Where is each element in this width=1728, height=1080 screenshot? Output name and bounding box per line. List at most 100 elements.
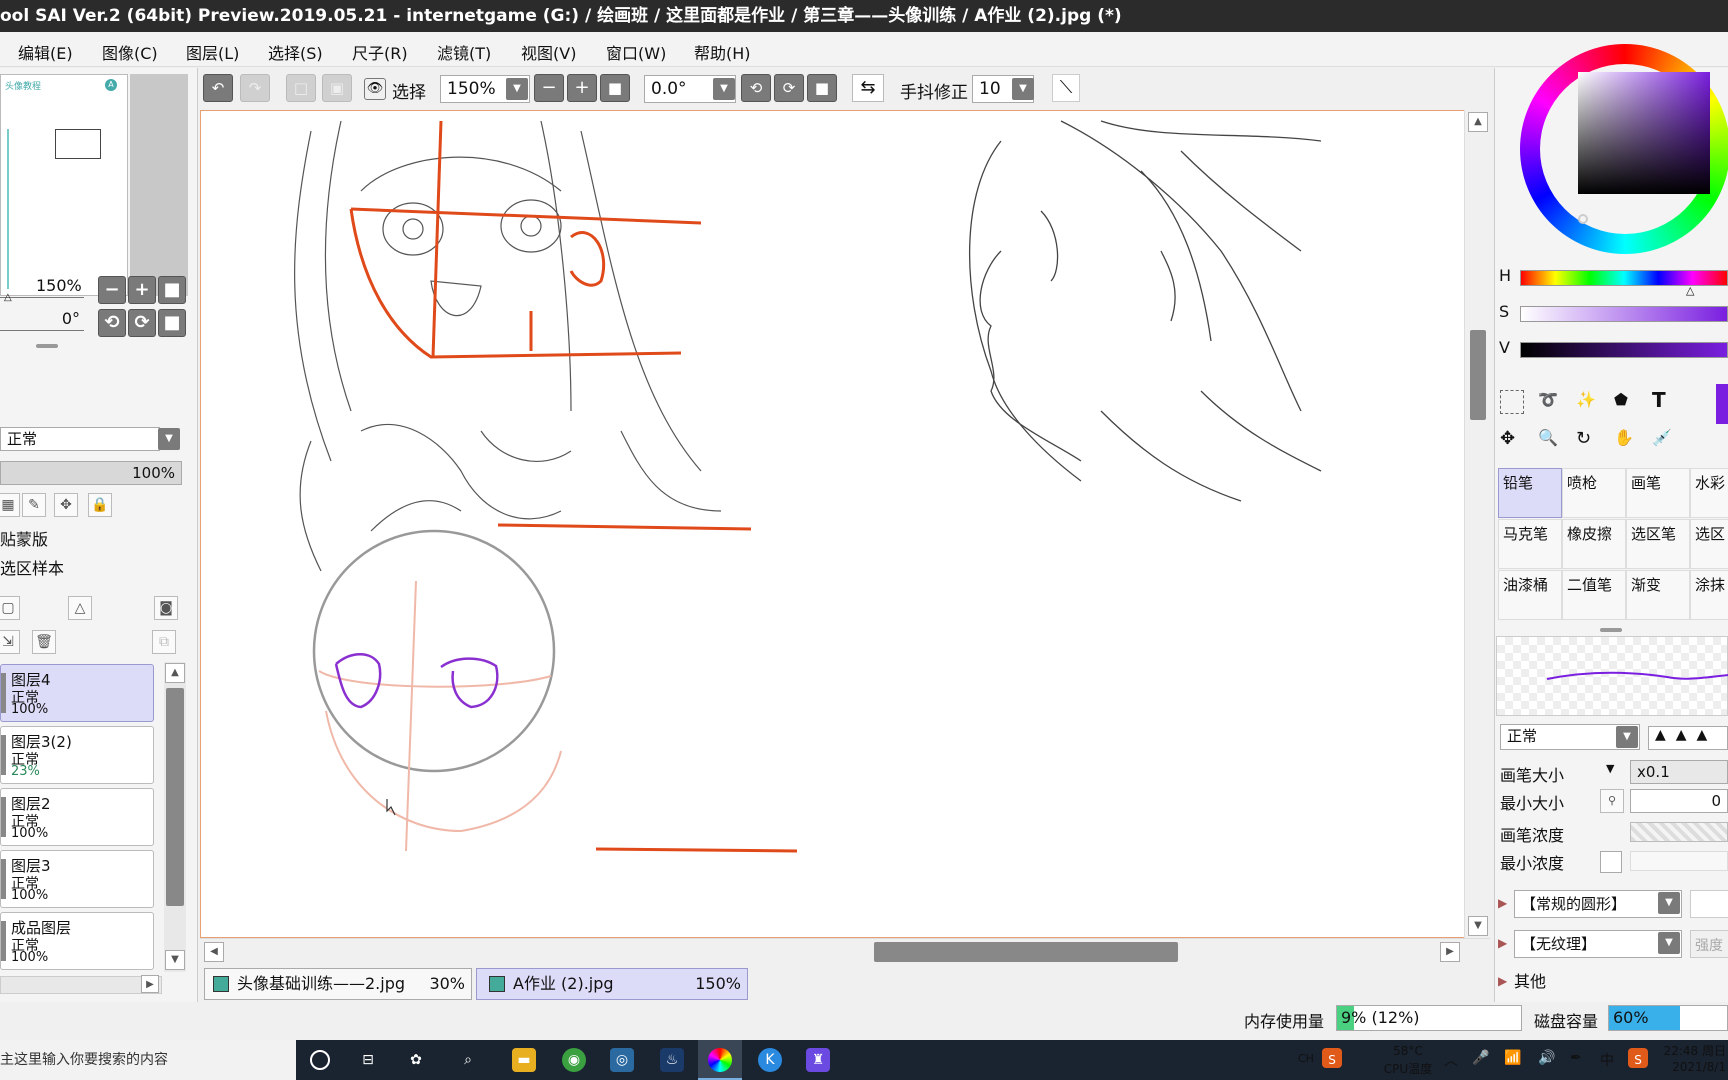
layer-item[interactable]: 图层3 正常 100% [0,850,154,908]
clock-date[interactable]: 2021/8/1 [1660,1060,1726,1074]
scroll-up-icon[interactable]: ▲ [1468,112,1488,132]
file-explorer-icon[interactable]: ▬ [512,1048,536,1072]
navigator-scrollbar[interactable] [130,74,188,296]
ime-mode-indicator[interactable]: 中 [1600,1050,1614,1070]
nav-zoom-slider[interactable] [0,297,84,298]
color-picker-handle[interactable] [1578,214,1588,224]
tool-binary-pen[interactable]: 二值笔 [1562,570,1626,620]
expand-arrow-icon[interactable]: ▶ [1498,896,1507,910]
menu-window[interactable]: 窗口(W) [606,40,666,64]
hue-handle-icon[interactable]: △ [1686,284,1694,297]
toolbar-rotate-reset-button[interactable]: ■ [807,74,837,102]
line-tool-icon[interactable]: ⟍ [1052,74,1080,102]
color-sv-square[interactable] [1578,72,1710,194]
tool-marker[interactable]: 马克笔 [1498,519,1562,569]
tool-blur[interactable]: 涂抹 [1690,570,1728,620]
sogou-input-icon[interactable]: S [1322,1048,1342,1068]
menu-ruler[interactable]: 尺子(R) [352,40,408,64]
canvas-hscrollbar[interactable]: ◀ ▶ [200,938,1490,964]
menu-edit[interactable]: 编辑(E) [18,40,73,64]
toolbar-zoom-out-button[interactable]: − [534,74,564,102]
scroll-right-icon[interactable]: ▶ [1440,942,1460,962]
other-settings-label[interactable]: 其他 [1514,968,1546,992]
tool-watercolor[interactable]: 水彩 [1690,468,1728,518]
rotate-icon[interactable]: ↻ [1576,428,1591,449]
expand-arrow-icon[interactable]: ▶ [1498,974,1507,988]
lock-transparency-icon[interactable]: ▦ [0,493,20,517]
brush-size-field[interactable]: x0.1 [1630,760,1728,784]
tool-bucket[interactable]: 油漆桶 [1498,570,1562,620]
selection-source-option[interactable]: 选区样本 [0,555,64,579]
tray-expand-icon[interactable]: ︿ [1444,1050,1458,1070]
copy-layer-icon[interactable]: ⧉ [152,630,176,654]
layer-item[interactable]: 成品图层 正常 100% [0,912,154,970]
browser-icon[interactable]: ◉ [562,1048,586,1072]
lasso-icon[interactable]: ➰ [1538,390,1558,409]
hscroll-thumb[interactable] [874,942,1178,962]
toolbar-rotate-left-button[interactable]: ⟲ [741,74,771,102]
merge-layer-icon[interactable]: ⇲ [0,630,20,654]
thumb-viewport[interactable] [55,129,101,159]
flip-horizontal-icon[interactable]: ⇆ [852,74,884,102]
menu-view[interactable]: 视图(V) [521,40,576,64]
canvas-vscrollbar[interactable]: ▲ ▼ [1464,110,1490,938]
scroll-down-icon[interactable]: ▼ [165,950,185,970]
hand-icon[interactable]: ✋ [1614,428,1634,447]
cortana-icon[interactable] [310,1050,330,1070]
layer-item[interactable]: 图层2 正常 100% [0,788,154,846]
paint-tool-sai-icon[interactable] [708,1048,732,1072]
trash-icon[interactable]: 🗑 [32,630,56,654]
clipping-mask-option[interactable]: 贴蒙版 [0,526,48,550]
menu-select[interactable]: 选择(S) [268,40,323,64]
doc-tab[interactable]: 头像基础训练——2.jpg 30% [204,968,472,1000]
chevron-down-icon[interactable]: ▼ [506,78,528,100]
purple-app-icon[interactable]: ♜ [806,1048,830,1072]
chevron-down-icon[interactable]: ▼ [158,428,180,450]
vscroll-thumb[interactable] [1470,330,1486,420]
app-icon-pinwheel[interactable]: ✿ [404,1048,428,1072]
zoom-icon[interactable]: 🔍 [1538,428,1558,447]
clock-time[interactable]: 22:48 周日 [1660,1042,1726,1059]
toolbar-zoom-reset-button[interactable]: ■ [600,74,630,102]
tool-selection-eraser[interactable]: 选区 [1690,519,1728,569]
tool-eraser[interactable]: 橡皮擦 [1562,519,1626,569]
texture-strength-field[interactable]: 强度 [1690,930,1728,958]
move-icon[interactable]: ✥ [1500,428,1515,449]
brush-tip-shapes[interactable]: ▲▲▲ [1648,726,1728,750]
doc-tab[interactable]: A作业 (2).jpg 150% [476,968,748,1000]
search-icon[interactable]: ⌕ [456,1048,480,1072]
min-density-field[interactable] [1630,851,1728,871]
new-mask-icon[interactable]: ◙ [154,596,178,620]
chevron-down-icon[interactable]: ▼ [1658,932,1680,954]
steam-icon[interactable]: ♨ [660,1048,684,1072]
chevron-down-icon[interactable]: ▼ [1012,78,1034,100]
rotate-right-button[interactable]: ⟳ [128,309,156,337]
current-color-swatch[interactable] [1716,384,1728,424]
toolbar-zoom-in-button[interactable]: + [567,74,597,102]
zoom-in-button[interactable]: + [128,276,156,304]
task-view-icon[interactable]: ⊟ [356,1048,380,1072]
lock-all-icon[interactable]: 🔒 [88,493,112,517]
select-all-button[interactable]: ▣ [322,74,352,102]
hue-slider[interactable] [1520,270,1728,286]
layer-blend-mode-select[interactable]: 正常 [0,427,160,451]
panel-splitter[interactable] [1600,628,1622,632]
value-slider[interactable] [1520,342,1728,358]
scroll-up-icon[interactable]: ▲ [165,663,185,683]
eyedropper-icon[interactable]: 💉 [1652,428,1672,447]
rotate-left-button[interactable]: ⟲ [98,309,126,337]
new-layer-icon[interactable]: ▢ [0,596,20,620]
volume-icon[interactable]: 🔊 [1538,1050,1555,1066]
brush-density-slider[interactable] [1630,822,1728,842]
layer-scroll-thumb[interactable] [166,688,184,906]
camera-app-icon[interactable]: ◎ [610,1048,634,1072]
k-app-icon[interactable]: K [758,1048,782,1072]
rect-select-icon[interactable] [1500,390,1524,414]
brush-shape-select[interactable]: 【常规的圆形】 [1514,890,1682,918]
scroll-right-icon[interactable]: ▶ [141,975,159,993]
taskbar-search-box[interactable]: 主这里输入你要搜索的内容 [0,1040,296,1080]
network-icon[interactable]: 📶 [1504,1050,1521,1066]
layer-opacity-field[interactable]: 100% [0,461,182,485]
lock-move-icon[interactable]: ✥ [54,493,78,517]
tool-pencil[interactable]: 铅笔 [1498,468,1562,518]
